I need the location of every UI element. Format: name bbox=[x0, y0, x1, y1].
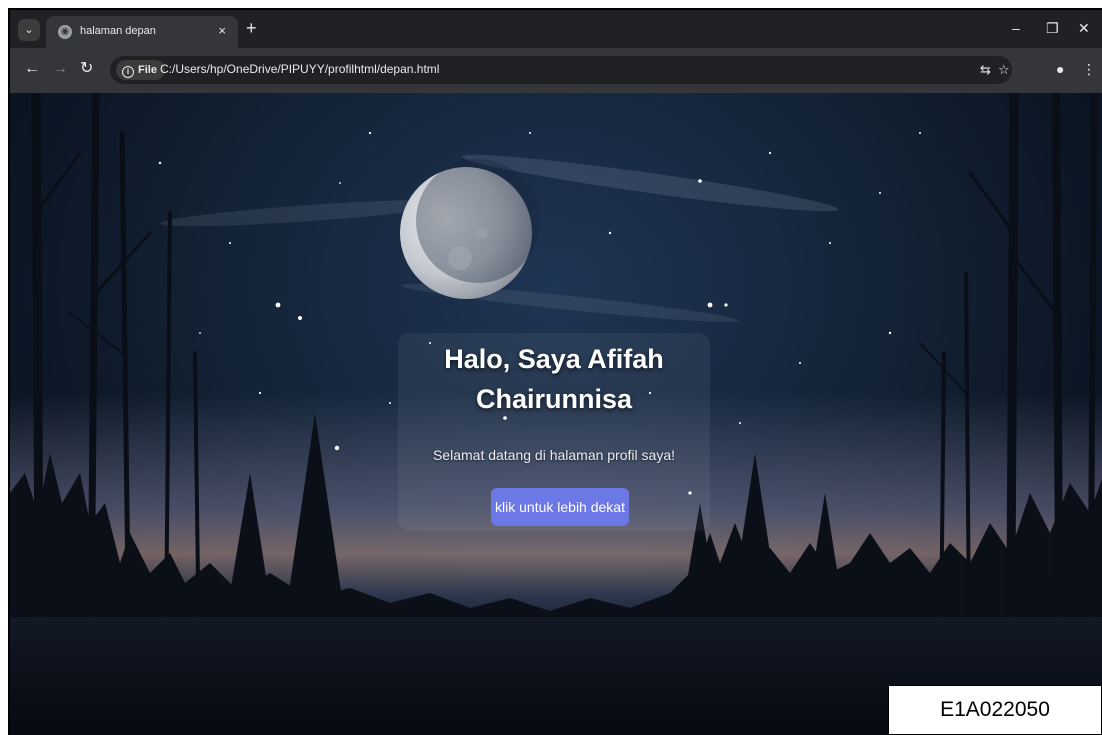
hero-subtitle: Selamat datang di halaman profil saya! bbox=[432, 447, 676, 463]
page-viewport: Halo, Saya Afifah Chairunnisa Selamat da… bbox=[10, 93, 1102, 735]
translate-icon[interactable]: ⇆ bbox=[980, 61, 991, 79]
close-icon[interactable]: ✕ bbox=[1078, 19, 1090, 37]
tab-strip: ⌄ ◉ halaman depan × + – ❐ ✕ bbox=[10, 10, 1102, 48]
tab-title: halaman depan bbox=[80, 25, 156, 37]
hero-title: Halo, Saya Afifah Chairunnisa bbox=[444, 344, 664, 414]
address-text[interactable]: C:/Users/hp/OneDrive/PIPUYY/profilhtml/d… bbox=[160, 62, 439, 76]
globe-icon: ◉ bbox=[58, 25, 72, 39]
restore-icon[interactable]: ❐ bbox=[1046, 19, 1059, 37]
address-bar[interactable]: i File C:/Users/hp/OneDrive/PIPUYY/profil… bbox=[110, 56, 1012, 84]
browser-window: ⌄ ◉ halaman depan × + – ❐ ✕ ← → ↻ i File … bbox=[8, 8, 1102, 735]
back-icon[interactable]: ← bbox=[24, 60, 40, 78]
tab-halaman-depan[interactable]: ◉ halaman depan × bbox=[46, 16, 238, 48]
star-icon[interactable]: ☆ bbox=[998, 61, 1010, 79]
info-icon: i bbox=[122, 66, 134, 78]
menu-icon[interactable]: ⋮ bbox=[1082, 60, 1096, 78]
toolbar: ← → ↻ i File C:/Users/hp/OneDrive/PIPUYY/… bbox=[10, 48, 1102, 93]
new-tab-button[interactable]: + bbox=[246, 19, 257, 37]
tab-list-icon[interactable]: ⌄ bbox=[18, 19, 40, 41]
forward-icon[interactable]: → bbox=[52, 60, 68, 78]
minimize-icon[interactable]: – bbox=[1012, 19, 1020, 37]
chip-label: File bbox=[138, 64, 157, 76]
closer-button[interactable]: klik untuk lebih dekat bbox=[491, 488, 629, 526]
moon bbox=[400, 159, 540, 299]
tab-close-icon[interactable]: × bbox=[218, 23, 226, 39]
reload-icon[interactable]: ↻ bbox=[80, 60, 93, 78]
site-info-chip[interactable]: i File bbox=[116, 60, 165, 80]
profile-icon[interactable]: ● bbox=[1056, 60, 1064, 78]
student-id-label: E1A022050 bbox=[888, 685, 1102, 735]
